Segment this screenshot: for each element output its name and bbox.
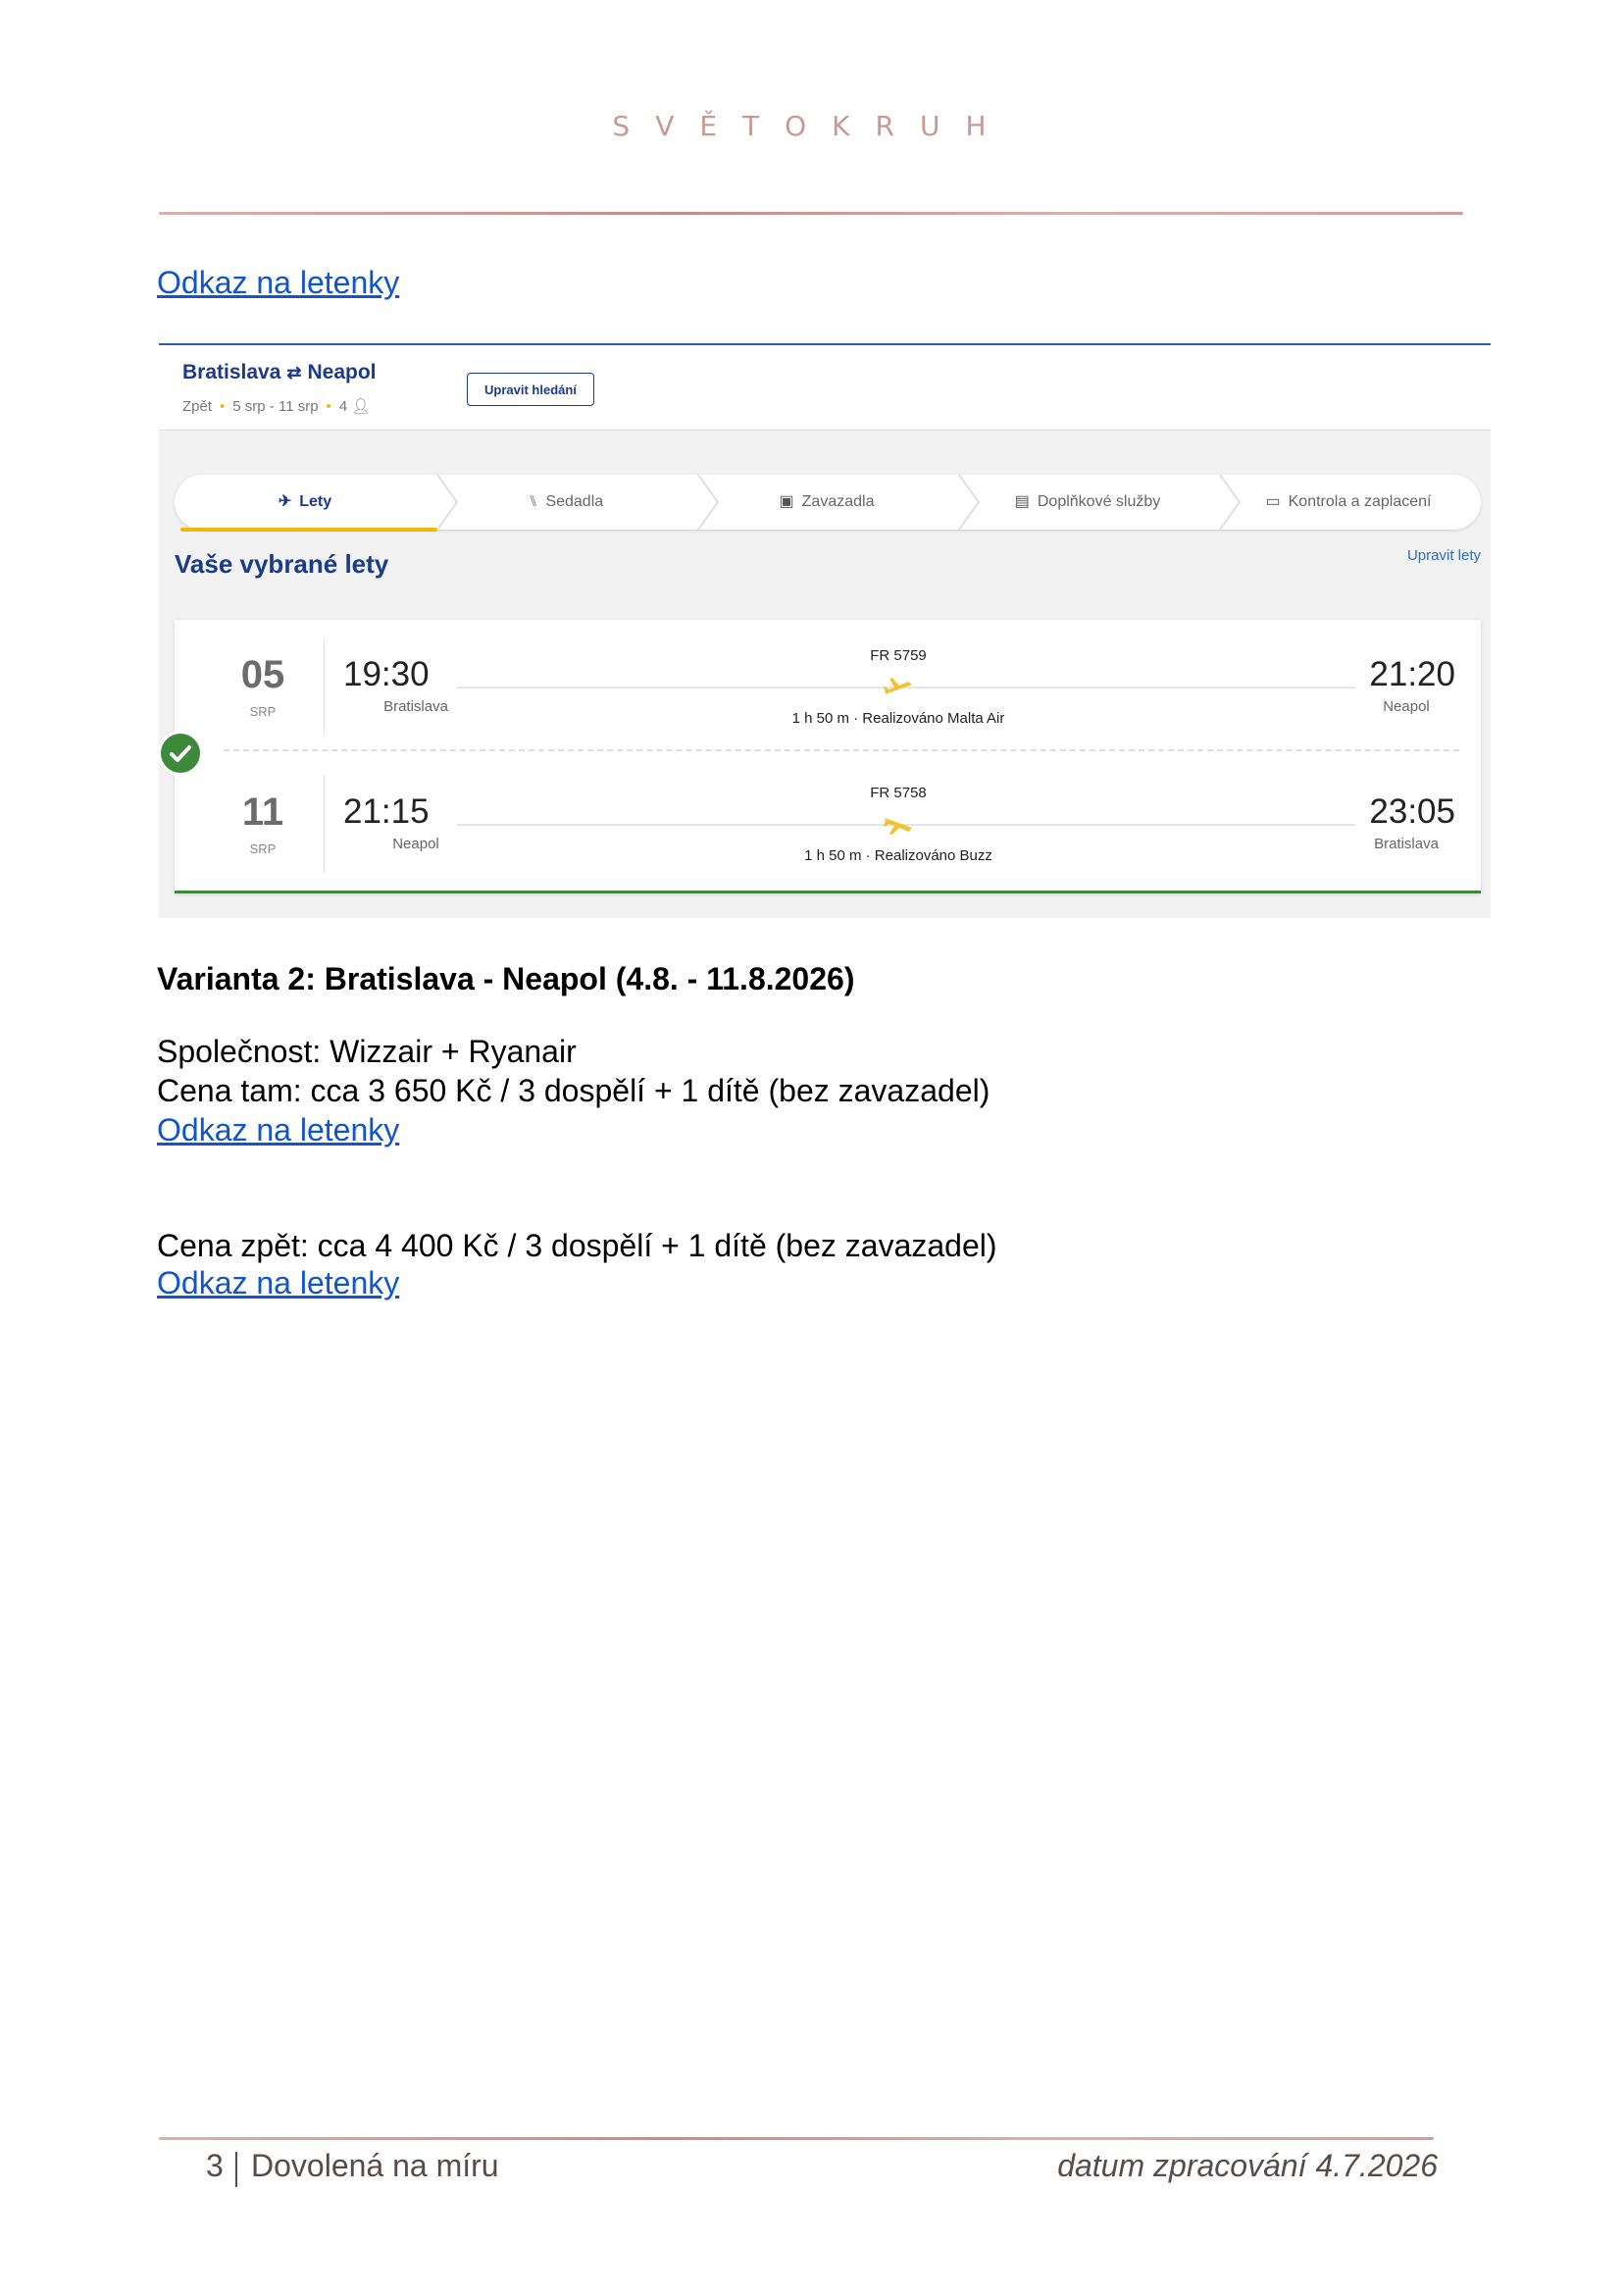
selected-flights-title: Vaše vybrané lety bbox=[175, 549, 389, 579]
flight-link-there[interactable]: Odkaz na letenky bbox=[157, 1112, 399, 1148]
step-baggage[interactable]: ▣ Zavazadla bbox=[696, 475, 957, 530]
seat-icon: ⑊ bbox=[528, 493, 538, 510]
page-number: 3 bbox=[206, 2148, 224, 2183]
footer-date: datum zpracování 4.7.2026 bbox=[1057, 2148, 1438, 2183]
step-label: Doplňkové služby bbox=[1037, 493, 1161, 510]
footer-separator bbox=[235, 2152, 237, 2187]
step-label: Kontrola a zaplacení bbox=[1288, 493, 1432, 510]
booking-steps: ✈ Lety ⑊ Sedadla ▣ Zavazadla ▤ Doplňkové slu… bbox=[175, 475, 1481, 532]
separator-dot: • bbox=[220, 398, 226, 415]
step-label: Sedadla bbox=[545, 493, 604, 510]
flight-row-return: 11 SRP 21:15 Neapol FR 5758 1 h 50 m · R… bbox=[175, 757, 1481, 879]
variant2-price-there: Cena tam: cca 3 650 Kč / 3 dospělí + 1 d… bbox=[157, 1073, 990, 1108]
edit-search-button[interactable]: Upravit hledání bbox=[467, 373, 594, 406]
arrival-time: 21:20 bbox=[1369, 655, 1455, 693]
step-seats[interactable]: ⑊ Sedadla bbox=[435, 475, 696, 530]
arrival-city: Neapol bbox=[1383, 698, 1430, 715]
flight-row-outbound: 05 SRP 19:30 Bratislava FR 5759 1 h 50 m… bbox=[175, 620, 1481, 741]
arrival-time: 23:05 bbox=[1369, 792, 1455, 831]
step-extras[interactable]: ▤ Doplňkové služby bbox=[957, 475, 1218, 530]
trip-summary: Zpět • 5 srp - 11 srp • 4 👤︎ bbox=[182, 397, 370, 415]
separator-dot: • bbox=[326, 398, 331, 415]
brand-header: SVĚTOKRUH bbox=[612, 110, 1012, 142]
luggage-icon: ▣ bbox=[779, 493, 794, 510]
round-trip-icon: ⇄ bbox=[286, 363, 302, 382]
variant2-heading: Varianta 2: Bratislava - Neapol (4.8. - … bbox=[157, 961, 855, 996]
flight-duration: 1 h 50 m · Realizováno Buzz bbox=[804, 847, 992, 864]
flight-separator bbox=[224, 749, 1459, 751]
person-icon: 👤︎ bbox=[351, 398, 371, 415]
edit-flights-link[interactable]: Upravit lety bbox=[1407, 547, 1481, 564]
card-icon: ▭ bbox=[1265, 493, 1281, 510]
trip-type: Zpět bbox=[182, 398, 213, 415]
flights-card: 05 SRP 19:30 Bratislava FR 5759 1 h 50 m… bbox=[161, 620, 1481, 893]
booking-header: Bratislava ⇄ Neapol Zpět • 5 srp - 11 srp • 4 … bbox=[159, 345, 1491, 431]
variant2-company: Společnost: Wizzair + Ryanair bbox=[157, 1034, 577, 1069]
route-title: Bratislava ⇄ Neapol bbox=[182, 361, 377, 384]
step-label: Zavazadla bbox=[801, 493, 875, 510]
step-payment[interactable]: ▭ Kontrola a zaplacení bbox=[1218, 475, 1479, 530]
plane-takeoff-icon bbox=[884, 678, 912, 694]
flight-duration: 1 h 50 m · Realizováno Malta Air bbox=[791, 710, 1005, 727]
footer-title: Dovolená na míru bbox=[251, 2148, 499, 2183]
trip-dates: 5 srp - 11 srp bbox=[232, 398, 319, 415]
flight-number: FR 5759 bbox=[870, 647, 927, 664]
header-divider bbox=[159, 212, 1463, 215]
bus-icon: ▤ bbox=[1014, 493, 1030, 510]
step-label: Lety bbox=[299, 493, 332, 510]
step-flights[interactable]: ✈ Lety bbox=[175, 475, 437, 532]
route-to: Neapol bbox=[307, 361, 377, 383]
flight-number: FR 5758 bbox=[870, 785, 927, 801]
route-from: Bratislava bbox=[182, 361, 281, 383]
flight-link-top[interactable]: Odkaz na letenky bbox=[157, 265, 399, 301]
passenger-count: 4 bbox=[338, 398, 348, 415]
plane-landing-icon bbox=[884, 818, 912, 835]
booking-screenshot: Bratislava ⇄ Neapol Zpět • 5 srp - 11 srp • 4 … bbox=[159, 343, 1491, 918]
footer-divider bbox=[159, 2137, 1434, 2140]
variant2-price-back: Cena zpět: cca 4 400 Kč / 3 dospělí + 1 … bbox=[157, 1228, 997, 1263]
arrival-city: Bratislava bbox=[1374, 836, 1439, 852]
plane-icon: ✈ bbox=[278, 493, 292, 510]
flight-link-back[interactable]: Odkaz na letenky bbox=[157, 1265, 399, 1301]
active-step-indicator bbox=[180, 528, 437, 532]
